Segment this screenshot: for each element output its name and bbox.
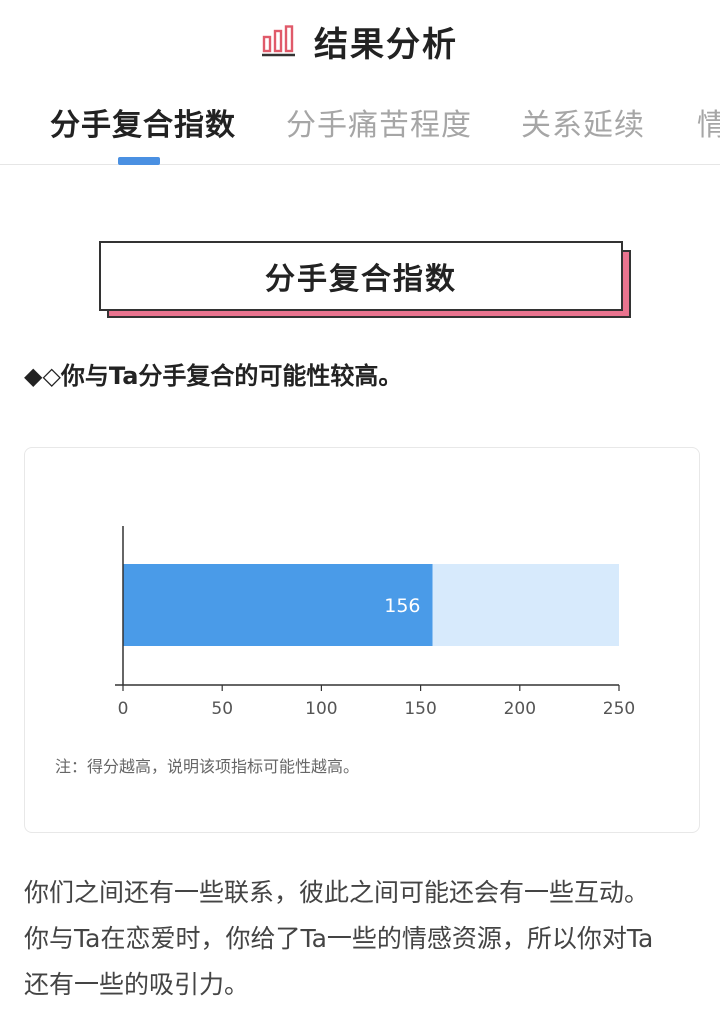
active-tab-indicator bbox=[118, 157, 160, 165]
page-header: 结果分析 bbox=[0, 0, 720, 84]
chart-card: 156 0 50 100 150 200 250 注：得分越高，说明该项指标可能性越高。 bbox=[24, 447, 700, 833]
tab-breakup-pain-level[interactable]: 分手痛苦程度 bbox=[286, 100, 472, 144]
tab-emotion[interactable]: 情 bbox=[697, 100, 720, 144]
description-line: 你们之间还有一些联系，彼此之间可能还会有一些互动。 bbox=[24, 878, 650, 907]
section-title: 分手复合指数 bbox=[265, 262, 457, 297]
description-line: 你与Ta在恋爱时，你给了Ta一些的情感资源，所以你对Ta bbox=[24, 924, 654, 953]
section-title-box: 分手复合指数 bbox=[99, 241, 623, 311]
bar-chart-icon bbox=[262, 25, 295, 57]
page-title: 结果分析 bbox=[314, 24, 458, 65]
result-description: 你们之间还有一些联系，彼此之间可能还会有一些互动。 你与Ta在恋爱时，你给了Ta… bbox=[24, 870, 708, 1008]
x-tick-label: 250 bbox=[603, 699, 635, 719]
description-line: 还有一些的吸引力。 bbox=[24, 970, 250, 999]
x-tick-label: 200 bbox=[504, 699, 536, 719]
tab-relationship-continuation[interactable]: 关系延续 bbox=[521, 100, 645, 144]
x-tick-label: 150 bbox=[404, 699, 436, 719]
x-tick-label: 100 bbox=[305, 699, 337, 719]
x-tick-label: 50 bbox=[211, 699, 233, 719]
summary-text: ◆◇你与Ta分手复合的可能性较高。 bbox=[24, 362, 403, 390]
chart-note: 注：得分越高，说明该项指标可能性越高。 bbox=[55, 757, 360, 776]
tab-breakup-reunion-index[interactable]: 分手复合指数 bbox=[50, 100, 236, 144]
x-tick-label: 0 bbox=[118, 699, 129, 719]
bar-value-label: 156 bbox=[384, 595, 420, 617]
tab-bar: 分手复合指数 分手痛苦程度 关系延续 情 bbox=[0, 84, 720, 165]
